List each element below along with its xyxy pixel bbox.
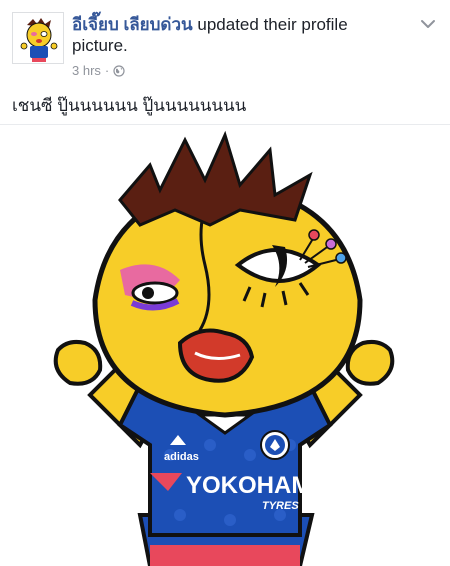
profile-photo[interactable]: adidas YOKOHAMA TYRES	[0, 125, 450, 566]
post-meta: 3 hrs ·	[72, 63, 125, 78]
meta-separator: ·	[104, 63, 110, 78]
mascot-illustration: adidas YOKOHAMA TYRES	[53, 130, 395, 566]
author-name[interactable]: อีเจี๊ยบ เลียบด่วน	[72, 15, 193, 34]
author-avatar[interactable]	[12, 12, 64, 64]
club-badge	[260, 430, 290, 460]
jersey-sponsor-sub: TYRES	[262, 500, 299, 512]
post-header: อีเจี๊ยบ เลียบด่วน updated their profile…	[0, 0, 450, 86]
profile-picture-post: อีเจี๊ยบ เลียบด่วน updated their profile…	[0, 0, 450, 566]
globe-icon[interactable]	[113, 64, 125, 77]
jersey-sponsor: YOKOHAMA	[186, 472, 329, 499]
jersey-brand: adidas	[164, 451, 199, 463]
chevron-down-icon[interactable]	[418, 14, 438, 34]
avatar-image	[13, 13, 63, 63]
post-headline: อีเจี๊ยบ เลียบด่วน updated their profile…	[72, 14, 402, 56]
post-caption: เชนซี ปู๊นนนนนน ปู๊นนนนนนนน	[12, 96, 247, 115]
post-timestamp[interactable]: 3 hrs	[72, 63, 101, 78]
